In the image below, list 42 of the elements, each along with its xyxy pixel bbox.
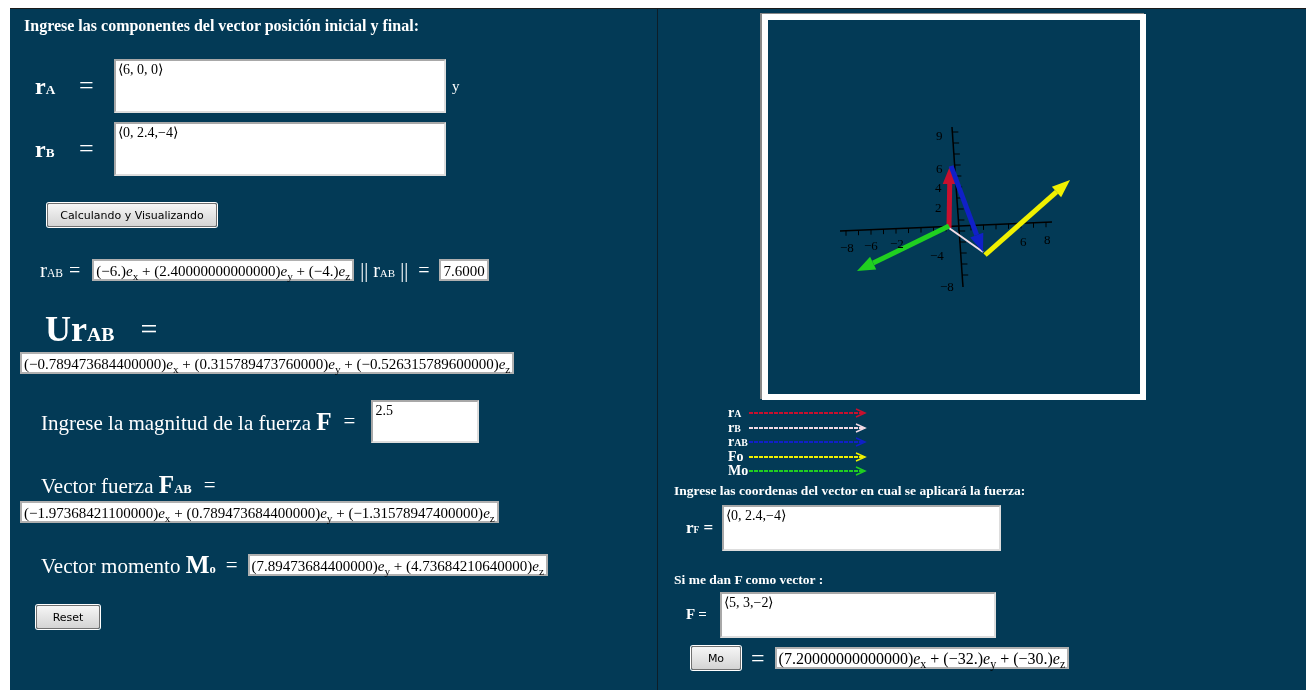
input-field[interactable]: ⟨0, 2.4,−4⟩ <box>114 122 446 176</box>
tick-label: −8 <box>940 279 954 294</box>
result-field: (7.89473684400000)e$_{y}$ + (4.73684210640000)e$_{z}$ <box>247 554 548 576</box>
equals-sign: = <box>343 409 356 434</box>
result-field: 7.6000 <box>439 259 489 281</box>
vector-label: F = <box>686 606 708 623</box>
legend-label: Fo <box>728 448 745 465</box>
conjunction-text: y <box>452 77 460 95</box>
equals-sign: = <box>418 258 430 282</box>
moment-button[interactable]: Mo <box>691 646 741 670</box>
result-field: (7.20000000000000)e$_{x}$ + (−32.)e$_{y}$ + (−30.)e$_{z}$ <box>774 647 1070 669</box>
instruction-text: Ingrese las coordenas del vector en cual se aplicará la fuerza: <box>674 482 1027 499</box>
tick-label: 9 <box>936 128 943 143</box>
legend-label: Mo <box>728 463 749 480</box>
result-field: (−6.)e$_{x}$ + (2.40000000000000)e$_{y}$ + (−4.)e$_{z}$ <box>92 259 355 281</box>
equals-sign: = <box>225 552 238 578</box>
result-field: (−1.97368421100000)e$_{x}$ + (0.789473684400000)e$_{y}$ + (−1.31578947400000)e$_{z}$ <box>20 501 499 523</box>
force-magnitude-label: Ingrese la magnitud de la fuerza F <box>41 407 332 436</box>
equals-sign: = <box>79 71 95 101</box>
tick-label: −8 <box>840 240 854 255</box>
instruction-text: Si me dan F como vector : <box>674 571 825 588</box>
tick-label: 4 <box>935 180 942 195</box>
input-field[interactable]: ⟨5, 3,−2⟩ <box>720 591 996 638</box>
input-field[interactable]: ⟨0, 2.4,−4⟩ <box>722 504 1001 551</box>
equals-sign: = <box>69 258 81 282</box>
tick-label: 8 <box>1044 232 1051 247</box>
tick-label: 6 <box>936 161 943 176</box>
tick-label: 6 <box>1020 234 1027 249</box>
tick-label: −6 <box>864 238 878 253</box>
heading: Ingrese las componentes del vector posición inicial y final: <box>24 17 420 35</box>
equals-sign: = <box>203 472 216 498</box>
input-field[interactable]: ⟨6, 0, 0⟩ <box>114 59 446 113</box>
input-field[interactable]: 2.5 <box>371 400 480 443</box>
tick-label: −4 <box>930 248 944 263</box>
reset-button[interactable]: Reset <box>36 605 100 629</box>
calculate-button[interactable]: Calculando y Visualizando <box>47 203 217 227</box>
tick-label: −2 <box>890 236 904 251</box>
tick-label: 2 <box>935 200 942 215</box>
equals-sign: = <box>751 644 765 672</box>
equals-sign: = <box>79 134 95 164</box>
result-field: (−0.789473684400000)e$_{x}$ + (0.315789473760000)e$_{y}$ + (−0.526315789600000)e$_{z}$ <box>20 352 515 374</box>
equals-sign: = <box>140 312 158 346</box>
